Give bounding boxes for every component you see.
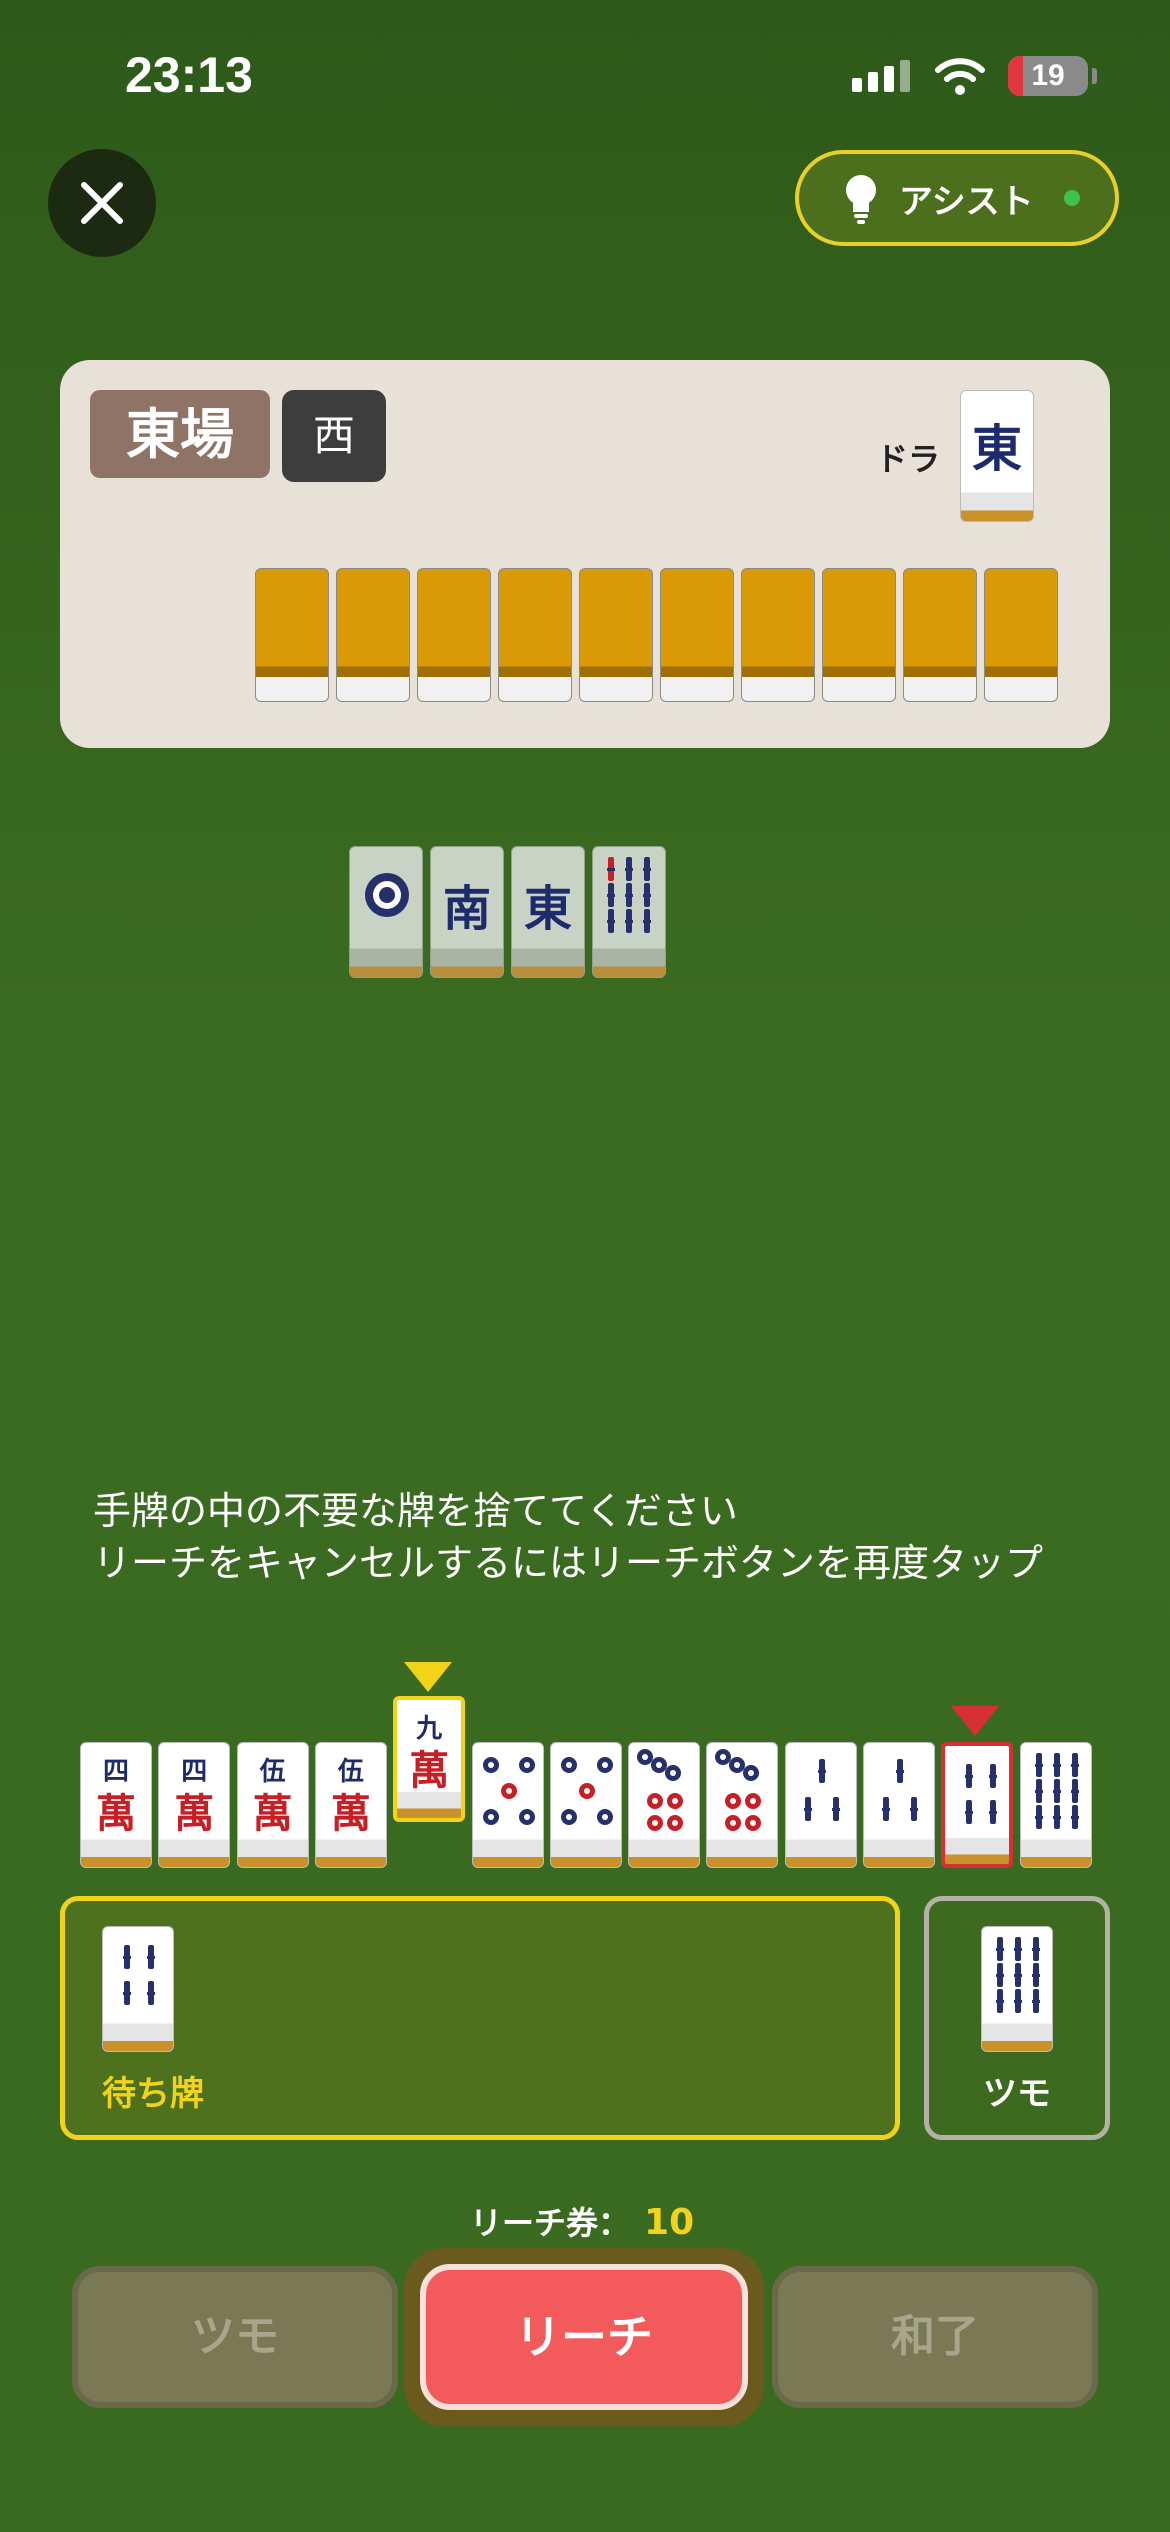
riichi-button[interactable]: リーチ (420, 2264, 748, 2410)
hand-tile[interactable] (1019, 1742, 1092, 1868)
hand-tile[interactable]: 伍萬 (236, 1742, 309, 1868)
discarded-tile (592, 846, 666, 978)
battery-indicator: 19 (1008, 56, 1088, 96)
discard-marker-icon (951, 1706, 999, 1736)
waiting-tiles-label: 待ち牌 (102, 2074, 204, 2114)
hidden-tile (579, 568, 653, 702)
hidden-tile (903, 568, 977, 702)
hand-tile[interactable]: 四萬 (158, 1742, 231, 1868)
battery-level: 19 (1031, 59, 1065, 92)
hand-tile[interactable] (549, 1742, 622, 1868)
instruction-line-2: リーチをキャンセルするにはリーチボタンを再度タップ (93, 1541, 1044, 1585)
seat-wind-badge: 西 (282, 390, 386, 482)
hand-tile[interactable] (863, 1742, 935, 1868)
hidden-tile (417, 568, 491, 702)
dora-label: ドラ (876, 440, 941, 478)
hand-tile[interactable]: 四萬 (80, 1742, 152, 1868)
hand-tile[interactable] (784, 1742, 857, 1868)
selected-tile-marker-icon (404, 1662, 452, 1692)
instruction-text: 手牌の中の不要な牌を捨ててください リーチをキャンセルするにはリーチボタンを再度… (93, 1485, 1043, 1589)
hidden-tile (498, 568, 572, 702)
lightbulb-icon (846, 175, 876, 224)
hand-tile[interactable]: 九萬 (393, 1696, 466, 1822)
discarded-tile: 東 (511, 846, 585, 978)
hidden-tile (255, 568, 329, 702)
assist-button[interactable]: アシスト (795, 150, 1119, 246)
riichi-ticket-count: リーチ券： 10 (470, 2198, 694, 2244)
assist-label: アシスト (899, 181, 1034, 222)
hand-tile[interactable]: 伍萬 (314, 1742, 387, 1868)
drawn-tile (981, 1926, 1053, 2052)
status-time: 23:13 (125, 47, 253, 103)
tsumo-button[interactable]: ツモ (72, 2266, 398, 2408)
hand-tile[interactable] (628, 1742, 701, 1868)
wifi-icon (935, 58, 985, 95)
battery-cap (1092, 68, 1097, 84)
round-wind-badge: 東場 (90, 390, 270, 478)
close-icon (81, 182, 123, 224)
discarded-tile: 南 (430, 846, 504, 978)
instruction-line-1: 手牌の中の不要な牌を捨ててください (93, 1489, 738, 1533)
riichi-ticket-label: リーチ券： (470, 2204, 631, 2242)
hidden-tile (822, 568, 896, 702)
hidden-tile (741, 568, 815, 702)
cellular-signal-icon (852, 60, 910, 92)
hidden-tile (984, 568, 1058, 702)
hand-tile[interactable] (471, 1742, 544, 1868)
hand-tile[interactable] (706, 1742, 779, 1868)
drawn-tile-label: ツモ (983, 2074, 1051, 2114)
agari-button[interactable]: 和了 (772, 2266, 1098, 2408)
discarded-tile (349, 846, 423, 978)
assist-status-dot (1063, 190, 1080, 206)
hidden-tile (336, 568, 410, 702)
riichi-ticket-number: 10 (644, 2202, 695, 2243)
waiting-tile (102, 1926, 174, 2052)
dora-indicator-tile: 東 (960, 390, 1034, 522)
close-button[interactable] (48, 149, 156, 257)
hand-tile[interactable] (941, 1742, 1014, 1868)
hidden-tile (660, 568, 734, 702)
